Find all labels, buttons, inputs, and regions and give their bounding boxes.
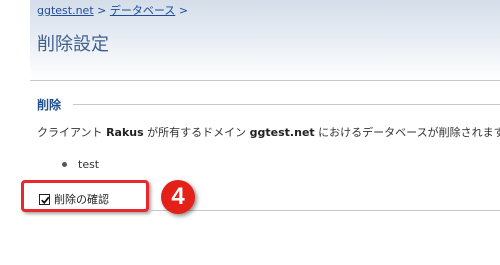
description-middle: が所有するドメイン <box>143 126 250 139</box>
bullet-icon <box>62 162 67 167</box>
step-number-badge: 4 <box>161 180 195 214</box>
client-name: Rakus <box>106 126 144 139</box>
page-title: 削除設定 <box>37 34 109 55</box>
database-name: test <box>78 158 100 171</box>
header-divider <box>30 80 500 81</box>
confirm-delete-option[interactable]: 削除の確認 <box>39 191 109 207</box>
section-legend: 削除 <box>37 98 62 112</box>
domain-name: ggtest.net <box>249 126 315 139</box>
delete-description: クライアント Rakus が所有するドメイン ggtest.net におけるデー… <box>37 124 500 140</box>
list-item: test <box>62 158 99 171</box>
breadcrumb-separator: > <box>97 4 107 17</box>
breadcrumb-separator: > <box>178 4 189 17</box>
breadcrumb-domain-link[interactable]: ggtest.net <box>37 4 94 17</box>
database-list: test <box>62 158 99 171</box>
confirm-delete-label: 削除の確認 <box>54 193 109 206</box>
form-divider <box>150 210 500 211</box>
confirm-delete-checkbox[interactable] <box>39 193 50 205</box>
breadcrumb: ggtest.net > データベース > <box>37 2 188 18</box>
section-divider <box>73 104 500 105</box>
checkmark-icon <box>41 196 50 204</box>
description-suffix: におけるデータベースが削除されます: <box>314 126 500 139</box>
breadcrumb-database-link[interactable]: データベース <box>110 4 175 17</box>
description-prefix: クライアント <box>37 126 107 139</box>
